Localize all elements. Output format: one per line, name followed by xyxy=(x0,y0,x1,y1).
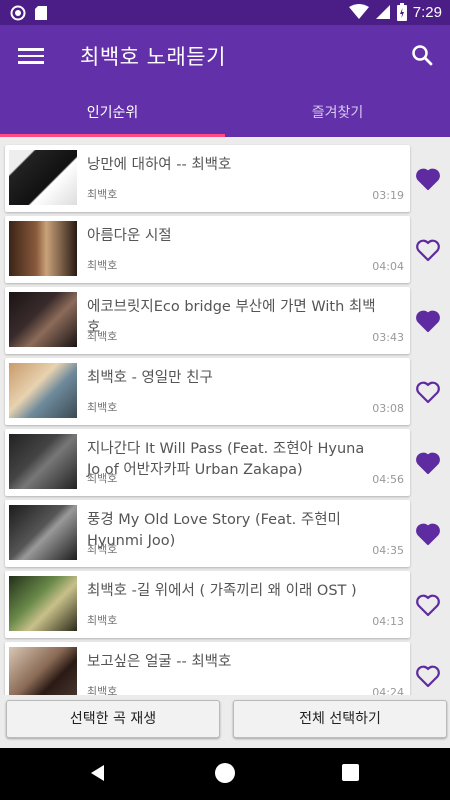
album-art-thumbnail xyxy=(9,576,77,631)
heart-outline-icon[interactable] xyxy=(415,379,441,405)
play-selected-button[interactable]: 선택한 곡 재생 xyxy=(6,700,220,738)
song-duration: 04:13 xyxy=(372,615,404,628)
song-artist: 최백호 xyxy=(87,472,118,485)
song-artist: 최백호 xyxy=(87,543,118,556)
song-row[interactable]: 최백호 -길 위에서 ( 가족끼리 왜 이래 OST ) 최백호 04:13 xyxy=(5,571,410,638)
signal-icon xyxy=(375,5,390,19)
search-icon[interactable] xyxy=(410,43,434,67)
song-artist: 최백호 xyxy=(87,685,118,695)
app-title: 최백호 노래듣기 xyxy=(80,45,226,69)
heart-filled-icon[interactable] xyxy=(415,308,441,334)
song-row[interactable]: 풍경 My Old Love Story (Feat. 주현미 Hyunmi J… xyxy=(5,500,410,567)
status-bar: 7:29 xyxy=(0,0,450,25)
song-row[interactable]: 최백호 - 영일만 친구최백호 03:08 xyxy=(5,358,410,425)
tab-favorites[interactable]: 즐겨찾기 xyxy=(225,95,450,137)
album-art-thumbnail xyxy=(9,221,77,276)
album-art-thumbnail xyxy=(9,363,77,418)
system-nav-bar xyxy=(0,748,450,800)
heart-outline-icon[interactable] xyxy=(415,663,441,689)
song-artist: 최백호 xyxy=(87,330,118,343)
wifi-icon xyxy=(348,4,369,19)
heart-filled-icon[interactable] xyxy=(415,166,441,192)
heart-outline-icon[interactable] xyxy=(415,592,441,618)
song-row[interactable]: 낭만에 대하여 -- 최백호최백호 03:19 xyxy=(5,145,410,212)
album-art-thumbnail xyxy=(9,434,77,489)
song-artist: 최백호 xyxy=(87,188,118,201)
song-title: 보고싶은 얼굴 -- 최백호 xyxy=(87,654,232,670)
clock: 7:29 xyxy=(412,3,442,21)
album-art-thumbnail xyxy=(9,150,77,205)
tab-popular[interactable]: 인기순위 xyxy=(0,95,225,137)
song-duration: 03:08 xyxy=(372,402,404,415)
menu-icon[interactable] xyxy=(18,45,44,67)
recent-apps-icon[interactable] xyxy=(342,764,359,781)
song-artist: 최백호 xyxy=(87,401,118,414)
song-list[interactable]: 낭만에 대하여 -- 최백호 최백호 03:19 아름다운 시절 최백호 04:04 에코브… xyxy=(0,140,450,695)
home-icon[interactable] xyxy=(215,763,235,783)
song-title: 지나간다 It Will Pass (Feat. 조현아 Hyuna Jo of… xyxy=(87,441,365,478)
song-duration: 04:24 xyxy=(372,686,404,695)
song-duration: 03:43 xyxy=(372,331,404,344)
album-art-thumbnail xyxy=(9,647,77,695)
song-row[interactable]: 에코브릿지Eco bridge 부산에 가면 With 최백호 최백호 03:43 xyxy=(5,287,410,354)
app-bar: 최백호 노래듣기 인기순위 즐겨찾기 xyxy=(0,25,450,137)
song-row[interactable]: 지나간다 It Will Pass (Feat. 조현아 Hyuna Jo of… xyxy=(5,429,410,496)
battery-icon xyxy=(396,3,407,21)
album-art-thumbnail xyxy=(9,292,77,347)
back-icon[interactable] xyxy=(88,763,108,783)
heart-outline-icon[interactable] xyxy=(415,237,441,263)
song-title: 낭만에 대하여 -- 최백호 xyxy=(87,157,232,173)
song-duration: 04:56 xyxy=(372,473,404,486)
select-all-button[interactable]: 전체 선택하기 xyxy=(233,700,447,738)
song-row[interactable]: 아름다운 시절최백호 04:04 xyxy=(5,216,410,283)
song-artist: 최백호 xyxy=(87,614,118,627)
album-art-thumbnail xyxy=(9,505,77,560)
tab-indicator xyxy=(0,134,225,137)
sd-card-icon xyxy=(35,6,47,20)
song-duration: 03:19 xyxy=(372,189,404,202)
heart-filled-icon[interactable] xyxy=(415,450,441,476)
heart-filled-icon[interactable] xyxy=(415,521,441,547)
song-title: 최백호 -길 위에서 ( 가족끼리 왜 이래 OST ) xyxy=(87,583,357,599)
song-title: 아름다운 시절 xyxy=(87,228,172,244)
song-duration: 04:04 xyxy=(372,260,404,273)
song-title: 풍경 My Old Love Story (Feat. 주현미 Hyunmi J… xyxy=(87,512,341,549)
song-artist: 최백호 xyxy=(87,259,118,272)
song-title: 에코브릿지Eco bridge 부산에 가면 With 최백호 xyxy=(87,299,376,336)
tab-bar: 인기순위 즐겨찾기 xyxy=(0,95,450,137)
notification-record-icon xyxy=(10,5,26,21)
song-duration: 04:35 xyxy=(372,544,404,557)
song-title: 최백호 - 영일만 친구 xyxy=(87,370,213,386)
song-row[interactable]: 보고싶은 얼굴 -- 최백호최백호 04:24 xyxy=(5,642,410,695)
